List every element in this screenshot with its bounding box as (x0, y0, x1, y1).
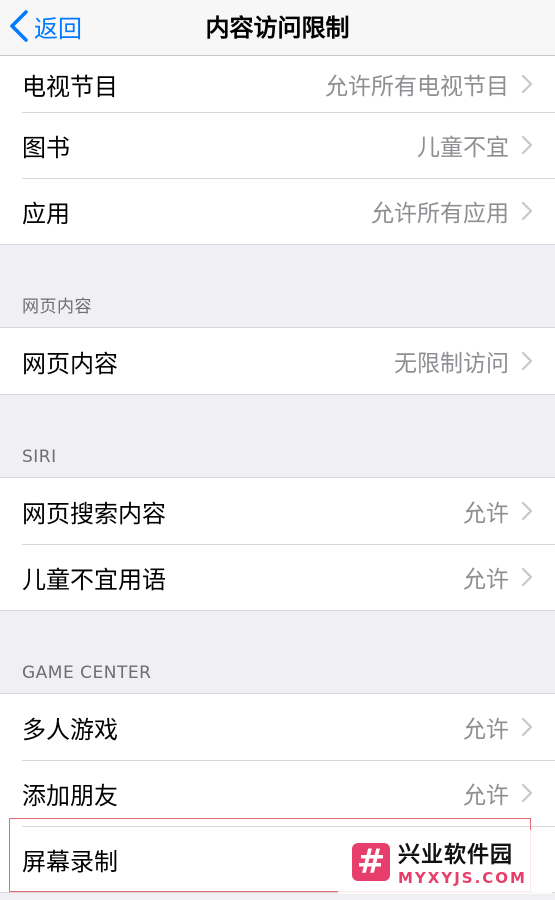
chevron-right-icon (521, 783, 533, 803)
settings-list: 电视节目 允许所有电视节目 图书 儿童不宜 应用 允许所有应用 网页内容 网页内… (0, 56, 555, 893)
group-web: 网页内容 无限制访问 (0, 327, 555, 395)
row-multiplayer-games[interactable]: 多人游戏 允许 (0, 694, 555, 760)
row-value: 允许 (463, 567, 509, 593)
group-media: 电视节目 允许所有电视节目 图书 儿童不宜 应用 允许所有应用 (0, 56, 555, 245)
row-label: 图书 (22, 133, 70, 162)
row-web-search-content[interactable]: 网页搜索内容 允许 (0, 478, 555, 544)
row-label: 应用 (22, 199, 70, 228)
row-tv-shows[interactable]: 电视节目 允许所有电视节目 (0, 56, 555, 112)
row-web-content[interactable]: 网页内容 无限制访问 (0, 328, 555, 394)
row-label: 电视节目 (22, 72, 118, 101)
chevron-right-icon (521, 74, 533, 94)
row-adding-friends[interactable]: 添加朋友 允许 (0, 760, 555, 826)
chevron-right-icon (521, 567, 533, 587)
row-value: 允许 (463, 783, 509, 809)
section-header-text: SIRI (22, 447, 57, 467)
watermark-logo-icon: # (352, 843, 390, 881)
watermark: # 兴业软件园 MYXYJS.COM (338, 830, 552, 894)
watermark-text: 兴业软件园 MYXYJS.COM (398, 837, 527, 887)
chevron-right-icon (521, 501, 533, 521)
navigation-bar: 返回 内容访问限制 (0, 0, 555, 56)
section-header-game-center: GAME CENTER (0, 611, 555, 693)
page-title: 内容访问限制 (205, 14, 350, 42)
chevron-right-icon (521, 201, 533, 221)
row-value: 儿童不宜 (417, 135, 509, 161)
row-value: 允许所有应用 (371, 201, 509, 227)
row-explicit-language[interactable]: 儿童不宜用语 允许 (0, 544, 555, 610)
row-value: 允许 (463, 501, 509, 527)
row-label: 网页内容 (22, 349, 118, 378)
section-header-text: 网页内容 (22, 297, 92, 317)
chevron-right-icon (521, 351, 533, 371)
row-books[interactable]: 图书 儿童不宜 (0, 112, 555, 178)
section-header-siri: SIRI (0, 395, 555, 477)
chevron-right-icon (521, 717, 533, 737)
row-apps[interactable]: 应用 允许所有应用 (0, 178, 555, 244)
group-siri: 网页搜索内容 允许 儿童不宜用语 允许 (0, 477, 555, 611)
watermark-name: 兴业软件园 (398, 843, 514, 868)
row-label: 网页搜索内容 (22, 499, 166, 528)
row-label: 多人游戏 (22, 715, 118, 744)
row-label: 添加朋友 (22, 781, 118, 810)
row-label: 儿童不宜用语 (22, 565, 166, 594)
section-header-text: GAME CENTER (22, 663, 152, 683)
section-header-web: 网页内容 (0, 245, 555, 327)
row-value: 无限制访问 (394, 351, 509, 377)
chevron-right-icon (521, 135, 533, 155)
watermark-url: MYXYJS.COM (398, 869, 527, 887)
row-value: 允许所有电视节目 (325, 74, 509, 100)
row-value: 允许 (463, 717, 509, 743)
